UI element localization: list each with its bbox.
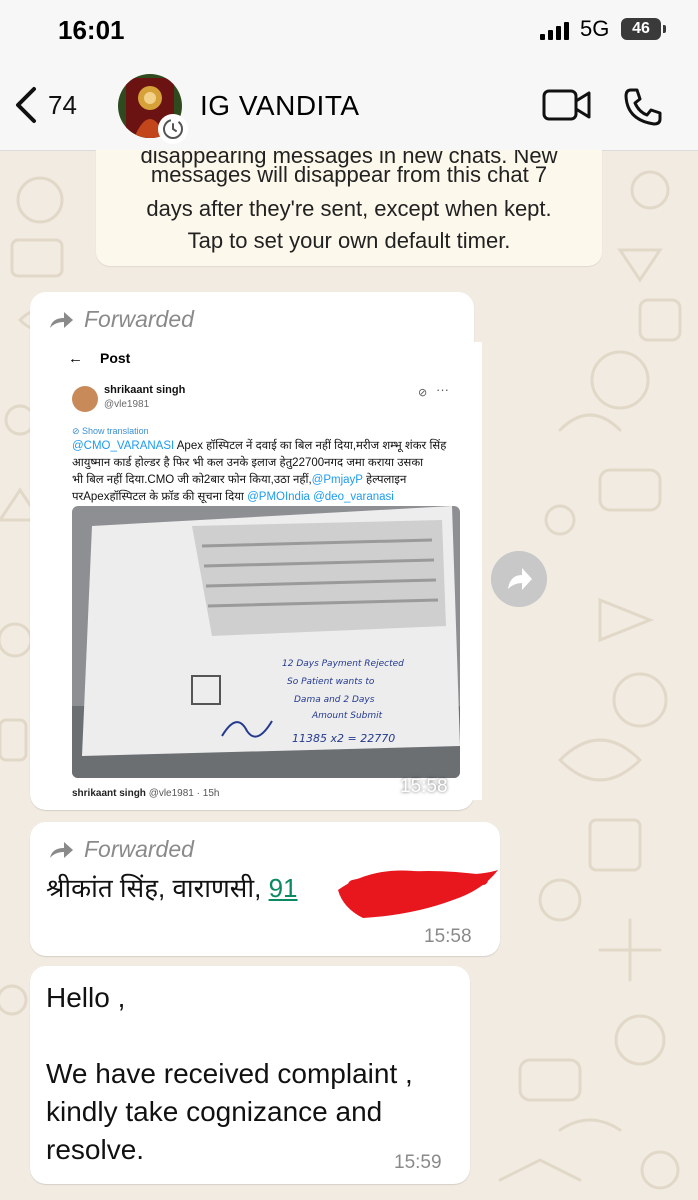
post-mention: @CMO_VARANASI [72, 440, 175, 452]
forwarded-text: Forwarded [84, 306, 194, 332]
grok-icon: ⊘ [418, 387, 428, 399]
post-text-segment: भी बिल नहीं दिया.CMO जी को2बार फोन किया,… [72, 474, 312, 486]
unread-count: 74 [48, 89, 77, 120]
message-time: 15:59 [394, 1152, 442, 1173]
post-mention: @PMOIndia [247, 491, 310, 503]
show-translation: ⊘ Show translation [72, 426, 149, 436]
post-footer-handle: @vle1981 · 15h [148, 788, 220, 799]
forward-arrow-icon [50, 311, 73, 328]
post-text-segment: हेल्पलाइन [362, 474, 407, 486]
disappearing-messages-notice[interactable]: disappearing messages in new chats. New … [96, 150, 602, 266]
handwriting-line: So Patient wants to [287, 677, 375, 687]
post-author-avatar [72, 386, 98, 412]
back-button[interactable]: 74 [12, 85, 92, 125]
notice-line: days after they're sent, except when kep… [146, 196, 552, 221]
post-text: @CMO_VARANASI Apex हॉस्पिटल नें दवाई का … [72, 438, 472, 506]
post-mention: @deo_varanasi [313, 491, 394, 503]
post-back-arrow: ← [68, 350, 83, 367]
post-text-segment: आयुष्मान कार्ड होल्डर है फिर भी कल उनके … [72, 457, 424, 469]
share-forward-icon[interactable] [491, 551, 547, 607]
cellular-signal-icon [540, 22, 569, 40]
post-text-line: @CMO_VARANASI Apex हॉस्पिटल नें दवाई का … [72, 438, 472, 455]
handwriting-line: Dama and 2 Days [294, 695, 375, 705]
video-camera-icon[interactable] [542, 88, 592, 122]
message-line: Hello , [46, 982, 126, 1013]
phone-number-link[interactable]: 91 [269, 873, 298, 903]
phone-icon[interactable] [622, 86, 664, 128]
post-more-icon: ··· [436, 382, 449, 397]
chevron-left-icon [16, 87, 36, 123]
post-text-segment: परApexहॉस्पिटल के फ्रॉड की सूचना दिया [72, 491, 248, 503]
redaction-scribble [338, 870, 498, 918]
message-bubble-image[interactable]: Forwarded ← Post shrikaant singh @vle198… [30, 292, 482, 810]
handwriting-line: 11385 x2 = 22770 [292, 732, 395, 745]
forwarded-label: Forwarded [48, 306, 194, 333]
message-line: kindly take cognizance and [46, 1096, 383, 1127]
network-type: 5G [580, 16, 610, 41]
forward-arrow-icon [50, 841, 73, 858]
post-photo: 12 Days Payment Rejected So Patient want… [72, 506, 460, 778]
forwarded-label: Forwarded [48, 836, 194, 863]
post-mention: @PmjayP [311, 474, 363, 486]
message-time: 15:58 [424, 926, 472, 947]
message-time: 15:58 [400, 776, 448, 797]
post-text-line: भी बिल नहीं दिया.CMO जी को2बार फोन किया,… [72, 472, 472, 489]
post-footer: shrikaant singh @vle1981 · 15h [72, 788, 219, 799]
post-author-handle: @vle1981 [104, 399, 150, 410]
notice-line: messages will disappear from this chat 7 [150, 162, 548, 187]
message-line: resolve. [46, 1134, 145, 1165]
notice-line: Tap to set your own default timer. [187, 228, 511, 253]
post-text-segment: Apex हॉस्पिटल नें दवाई का बिल नहीं दिया,… [174, 440, 447, 452]
status-bar: 16:01 5G 46 [0, 0, 698, 60]
handwriting-line: Amount Submit [311, 711, 383, 721]
post-title: Post [100, 350, 131, 366]
forwarded-contact-text: श्रीकांत सिंह, वाराणसी, 91 [46, 869, 298, 905]
disappearing-timer-icon [158, 114, 188, 144]
forwarded-post-screenshot[interactable]: ← Post shrikaant singh @vle1981 ⊘ ··· ⊘ … [40, 342, 482, 800]
handwriting-line: 12 Days Payment Rejected [282, 659, 404, 669]
contact-text: श्रीकांत सिंह, वाराणसी, [46, 873, 269, 903]
post-text-line: आयुष्मान कार्ड होल्डर है फिर भी कल उनके … [72, 455, 472, 472]
forwarded-text: Forwarded [84, 836, 194, 862]
battery-tip [663, 25, 666, 33]
contact-name[interactable]: IG VANDITA [200, 90, 360, 122]
show-translation-text: Show translation [82, 426, 149, 436]
battery-icon: 46 [621, 18, 661, 40]
post-text-line: परApexहॉस्पिटल के फ्रॉड की सूचना दिया @P… [72, 489, 472, 506]
message-line: We have received complaint , [46, 1058, 413, 1089]
post-footer-name: shrikaant singh [72, 788, 146, 799]
status-time: 16:01 [58, 15, 125, 45]
post-author-name: shrikaant singh [104, 384, 186, 396]
chat-header: 74 IG VANDITA [0, 60, 698, 151]
